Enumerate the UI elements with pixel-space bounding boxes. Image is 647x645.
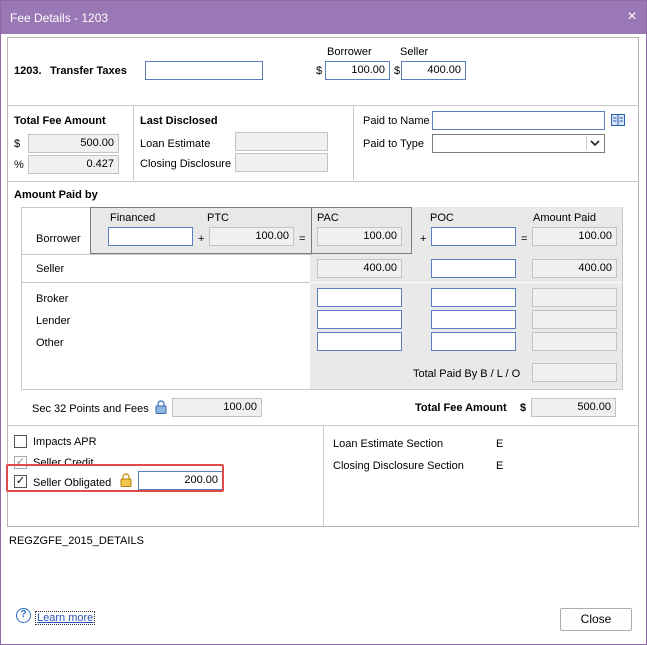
borrower-ptc-field: 100.00 bbox=[209, 227, 294, 246]
loan-estimate-section-label: Loan Estimate Section bbox=[333, 438, 444, 450]
divider bbox=[133, 106, 134, 180]
seller-dollar-symbol: $ bbox=[394, 65, 401, 77]
lender-pac-input[interactable] bbox=[317, 310, 402, 329]
seller-poc-input[interactable] bbox=[431, 259, 516, 278]
divider bbox=[323, 426, 324, 526]
lock-icon[interactable] bbox=[155, 400, 167, 414]
equals-sign: = bbox=[521, 233, 528, 245]
closing-disclosure-label: Closing Disclosure bbox=[140, 158, 232, 170]
total-fee-amount-label: Total Fee Amount bbox=[415, 402, 507, 414]
plus-sign: + bbox=[420, 233, 427, 245]
chevron-down-icon[interactable] bbox=[586, 136, 602, 150]
borrower-row-label: Borrower bbox=[36, 233, 81, 245]
paid-to-name-label: Paid to Name bbox=[363, 115, 430, 127]
description-input[interactable] bbox=[145, 61, 263, 80]
total-fee-percent-field: 0.427 bbox=[28, 155, 119, 174]
divider bbox=[22, 254, 312, 255]
closing-disclosure-section-value: E bbox=[496, 460, 504, 472]
amount-paid-by-title: Amount Paid by bbox=[14, 189, 98, 201]
total-fee-dollar-symbol: $ bbox=[14, 138, 21, 150]
fee-details-dialog: Fee Details - 1203 × 1203. Transfer Taxe… bbox=[0, 0, 647, 645]
plus-sign: + bbox=[198, 233, 205, 245]
loan-estimate-field bbox=[235, 132, 328, 151]
total-fee-amount-symbol: $ bbox=[520, 402, 527, 414]
impacts-apr-checkbox[interactable] bbox=[14, 435, 27, 448]
address-book-icon[interactable] bbox=[611, 114, 625, 126]
other-poc-input[interactable] bbox=[431, 332, 516, 351]
loan-estimate-section-value: E bbox=[496, 438, 504, 450]
lender-row-label: Lender bbox=[36, 315, 71, 327]
sec32-field: 100.00 bbox=[172, 398, 262, 417]
paid-to-name-input[interactable] bbox=[432, 111, 605, 130]
lender-poc-input[interactable] bbox=[431, 310, 516, 329]
line-name: Transfer Taxes bbox=[50, 65, 127, 77]
borrower-amount-input[interactable]: 100.00 bbox=[325, 61, 390, 80]
closing-disclosure-field bbox=[235, 153, 328, 172]
paid-to-type-label: Paid to Type bbox=[363, 138, 424, 150]
last-disclosed-title: Last Disclosed bbox=[140, 115, 218, 127]
broker-poc-input[interactable] bbox=[431, 288, 516, 307]
paid-to-type-select[interactable] bbox=[432, 134, 605, 153]
sec32-label: Sec 32 Points and Fees bbox=[32, 403, 149, 415]
total-fee-percent-symbol: % bbox=[14, 159, 24, 171]
close-button[interactable]: Close bbox=[560, 608, 632, 631]
loan-estimate-label: Loan Estimate bbox=[140, 138, 211, 150]
impacts-apr-label: Impacts APR bbox=[33, 436, 97, 448]
seller-pac-field: 400.00 bbox=[317, 259, 402, 278]
seller-amount-input[interactable]: 400.00 bbox=[401, 61, 466, 80]
other-row-label: Other bbox=[36, 337, 64, 349]
line-number: 1203. bbox=[14, 65, 42, 77]
help-icon[interactable]: ? bbox=[16, 608, 31, 623]
total-paid-blo-label: Total Paid By B / L / O bbox=[413, 368, 521, 380]
broker-row-label: Broker bbox=[36, 293, 69, 305]
highlight-box bbox=[6, 464, 224, 492]
learn-more-link[interactable]: Learn more bbox=[35, 611, 96, 625]
total-paid-blo-field bbox=[532, 363, 617, 382]
close-icon[interactable]: × bbox=[622, 7, 642, 27]
financed-col-header: Financed bbox=[110, 212, 156, 224]
pac-col-header: PAC bbox=[317, 212, 339, 224]
other-amount-paid-field bbox=[532, 332, 617, 351]
total-fee-title: Total Fee Amount bbox=[14, 115, 106, 127]
total-fee-dollar-field: 500.00 bbox=[28, 134, 119, 153]
divider bbox=[8, 181, 638, 182]
broker-amount-paid-field bbox=[532, 288, 617, 307]
divider bbox=[8, 105, 638, 106]
divider bbox=[353, 106, 354, 180]
borrower-amount-paid-field: 100.00 bbox=[532, 227, 617, 246]
borrower-poc-input[interactable] bbox=[431, 227, 516, 246]
seller-row-label: Seller bbox=[36, 263, 65, 275]
poc-col-header: POC bbox=[430, 212, 454, 224]
borrower-col-header: Borrower bbox=[327, 46, 372, 58]
form-id: REGZGFE_2015_DETAILS bbox=[9, 535, 144, 547]
divider bbox=[22, 282, 312, 283]
seller-col-header: Seller bbox=[400, 46, 429, 58]
divider bbox=[310, 282, 622, 283]
equals-sign: = bbox=[299, 233, 306, 245]
borrower-pac-field: 100.00 bbox=[317, 227, 402, 246]
ptc-col-header: PTC bbox=[207, 212, 229, 224]
lender-amount-paid-field bbox=[532, 310, 617, 329]
seller-amount-paid-field: 400.00 bbox=[532, 259, 617, 278]
amount-paid-col-header: Amount Paid bbox=[533, 212, 596, 224]
window-title: Fee Details - 1203 bbox=[10, 11, 109, 25]
borrower-dollar-symbol: $ bbox=[316, 65, 323, 77]
total-fee-amount-field: 500.00 bbox=[531, 398, 616, 417]
closing-disclosure-section-label: Closing Disclosure Section bbox=[333, 460, 464, 472]
broker-pac-input[interactable] bbox=[317, 288, 402, 307]
other-pac-input[interactable] bbox=[317, 332, 402, 351]
title-bar: Fee Details - 1203 × bbox=[1, 1, 646, 34]
borrower-financed-input[interactable] bbox=[108, 227, 193, 246]
